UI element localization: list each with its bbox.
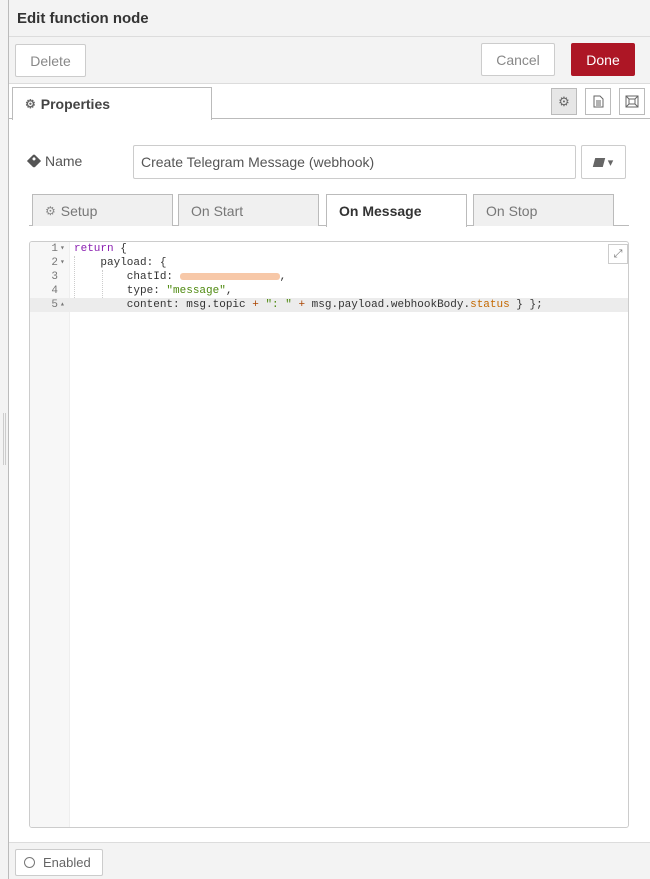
expand-editor-button[interactable]: ⤢ (608, 244, 628, 264)
code-token: chatId: (74, 271, 180, 283)
cancel-button[interactable]: Cancel (481, 43, 555, 76)
caret-down-icon: ▾ (607, 156, 614, 169)
dialog-footer: Enabled (9, 842, 650, 879)
code-token: "message" (166, 285, 226, 297)
tab-setup-label: Setup (60, 202, 98, 219)
tab-on-start-label: On Start (191, 202, 244, 219)
code-token: return (74, 243, 114, 255)
redacted-value (179, 272, 280, 280)
delete-button[interactable]: Delete (15, 44, 86, 77)
name-label: Name (26, 153, 83, 169)
library-menu-button[interactable]: ▾ (581, 145, 626, 179)
tab-properties[interactable]: ⚙ Properties (12, 87, 212, 120)
gear-icon: ⚙ (25, 97, 36, 111)
tab-on-start[interactable]: On Start (178, 194, 319, 226)
code-token: payload: { (74, 257, 167, 269)
code-token: status (470, 299, 510, 311)
code-line: 2 ▾ payload: { (30, 256, 628, 270)
name-row: Name ▾ (26, 145, 629, 179)
document-icon (593, 95, 603, 108)
code-token: ": " (258, 299, 299, 311)
code-token: type: (74, 285, 167, 297)
code-line: 1 ▾ return { (30, 242, 628, 256)
code-token: { (113, 243, 127, 255)
fold-arrow-icon[interactable]: ▴ (60, 298, 65, 312)
code-line: 4 type: "message", (30, 284, 628, 298)
tag-icon (26, 153, 42, 169)
tab-on-stop-label: On Stop (486, 202, 538, 219)
dialog-title: Edit function node (17, 10, 149, 27)
edit-dialog: Edit function node Delete Cancel Done ⚙ … (9, 0, 650, 879)
code-token: msg.payload.webhookBody. (305, 299, 471, 311)
line-number: 4 (51, 285, 58, 297)
code-token: , (225, 285, 233, 297)
line-number: 5 (51, 299, 58, 311)
name-label-text: Name (45, 153, 83, 169)
circle-icon (24, 857, 35, 868)
code-line: 3 chatId: , (30, 270, 628, 284)
tab-on-message[interactable]: On Message (326, 194, 467, 227)
dialog-toolbar: Delete Cancel Done (9, 37, 650, 84)
line-number: 2 (51, 257, 58, 269)
name-input[interactable] (133, 145, 576, 179)
appearance-icon (625, 95, 639, 108)
code-line-active: 5 ▴ content: msg.topic + ": " + msg.payl… (30, 298, 628, 312)
properties-tabbar: ⚙ Properties ⚙ (9, 84, 650, 120)
resize-handle[interactable] (3, 413, 6, 465)
fold-arrow-icon[interactable]: ▾ (60, 256, 65, 270)
tab-on-stop[interactable]: On Stop (473, 194, 614, 226)
tab-properties-label: Properties (40, 96, 111, 112)
node-description-button[interactable] (585, 88, 611, 115)
editor-gutter (30, 242, 70, 827)
gear-icon: ⚙ (45, 203, 56, 218)
tab-setup[interactable]: ⚙ Setup (32, 194, 173, 226)
enabled-toggle[interactable]: Enabled (15, 849, 103, 876)
node-appearance-button[interactable] (619, 88, 645, 115)
fold-arrow-icon[interactable]: ▾ (60, 242, 65, 256)
line-number: 1 (51, 243, 58, 255)
tab-on-message-label: On Message (339, 203, 422, 219)
code-token: } }; (509, 299, 543, 311)
expand-icon: ⤢ (613, 247, 623, 260)
dialog-title-bar: Edit function node (9, 0, 650, 37)
node-properties-button[interactable]: ⚙ (551, 88, 577, 115)
enabled-label: Enabled (43, 855, 91, 870)
gear-icon: ⚙ (558, 93, 570, 109)
code-token: content: msg.topic (74, 299, 253, 311)
code-token: + (252, 299, 259, 311)
line-number: 3 (51, 271, 58, 283)
code-token: , (279, 271, 287, 283)
function-tabs: ⚙ Setup On Start On Message On Stop (29, 193, 629, 227)
book-icon (592, 157, 605, 167)
done-button[interactable]: Done (571, 43, 635, 76)
code-editor[interactable]: 1 ▾ return { 2 ▾ payload: { 3 chatId: , … (29, 241, 629, 828)
sidebar-edge (0, 0, 9, 879)
